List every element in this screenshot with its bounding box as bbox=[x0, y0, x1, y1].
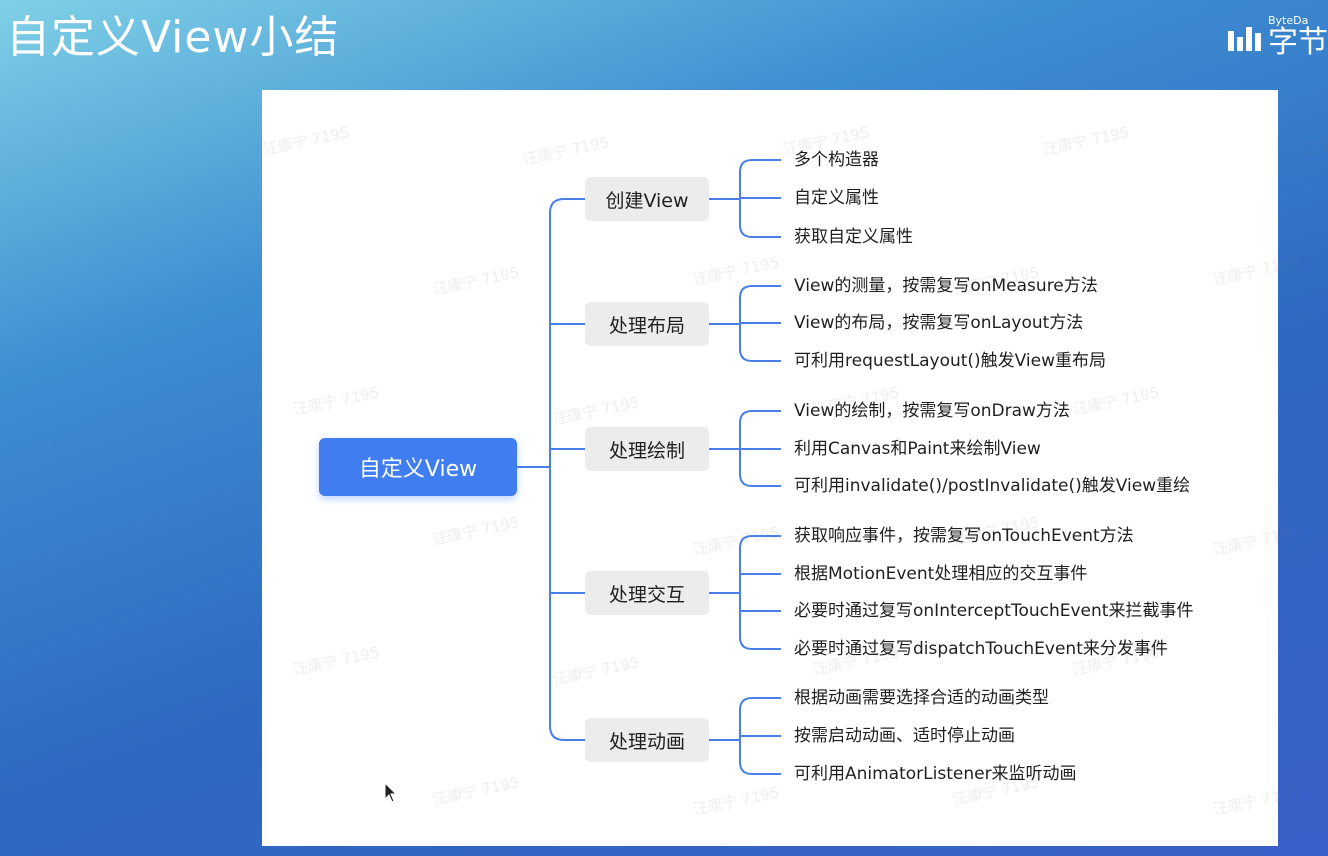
leaf-item: 获取响应事件，按需复写onTouchEvent方法 bbox=[794, 526, 1134, 546]
branch-node: 创建View bbox=[585, 177, 709, 221]
mouse-cursor-icon bbox=[384, 782, 398, 803]
mindmap-panel: 汪康宁 7195汪康宁 7195汪康宁 7195汪康宁 7195汪康宁 7195… bbox=[261, 90, 1328, 846]
root-node: 自定义View bbox=[319, 438, 517, 496]
leaf-item: 必要时通过复写dispatchTouchEvent来分发事件 bbox=[794, 639, 1168, 659]
leaf-item: View的绘制，按需复写onDraw方法 bbox=[794, 401, 1070, 421]
leaf-item: 按需启动动画、适时停止动画 bbox=[794, 726, 1015, 746]
branch-node: 处理绘制 bbox=[585, 427, 709, 471]
leaf-item: View的布局，按需复写onLayout方法 bbox=[794, 313, 1084, 333]
leaf-item: 多个构造器 bbox=[794, 150, 879, 170]
branch-node: 处理动画 bbox=[585, 718, 709, 762]
slide-title: 自定义View小结 bbox=[6, 12, 340, 63]
brand-text: ByteDa 字节 bbox=[1268, 14, 1328, 62]
brand-logo: ByteDa 字节 bbox=[1228, 14, 1328, 62]
connector-line bbox=[739, 535, 753, 650]
leaf-item: 可利用requestLayout()触发View重布局 bbox=[794, 351, 1107, 371]
leaf-item: 根据MotionEvent处理相应的交互事件 bbox=[794, 564, 1088, 584]
leaf-item: 必要时通过复写onInterceptTouchEvent来拦截事件 bbox=[794, 601, 1194, 621]
branch-node: 处理布局 bbox=[585, 302, 709, 346]
leaf-item: 根据动画需要选择合适的动画类型 bbox=[794, 688, 1049, 708]
bytedance-logo-icon bbox=[1228, 27, 1261, 51]
leaf-item: View的测量，按需复写onMeasure方法 bbox=[794, 276, 1098, 296]
leaf-item: 可利用AnimatorListener来监听动画 bbox=[794, 764, 1077, 784]
connector-line bbox=[549, 198, 565, 741]
leaf-item: 自定义属性 bbox=[794, 188, 879, 208]
leaf-item: 利用Canvas和Paint来绘制View bbox=[794, 439, 1041, 459]
watermark-text: 汪康宁 7195 bbox=[1301, 123, 1328, 159]
branch-node: 处理交互 bbox=[585, 571, 709, 615]
leaf-item: 获取自定义属性 bbox=[794, 227, 913, 247]
brand-name-cn: 字节 bbox=[1268, 25, 1328, 60]
leaf-item: 可利用invalidate()/postInvalidate()触发View重绘 bbox=[794, 476, 1191, 496]
